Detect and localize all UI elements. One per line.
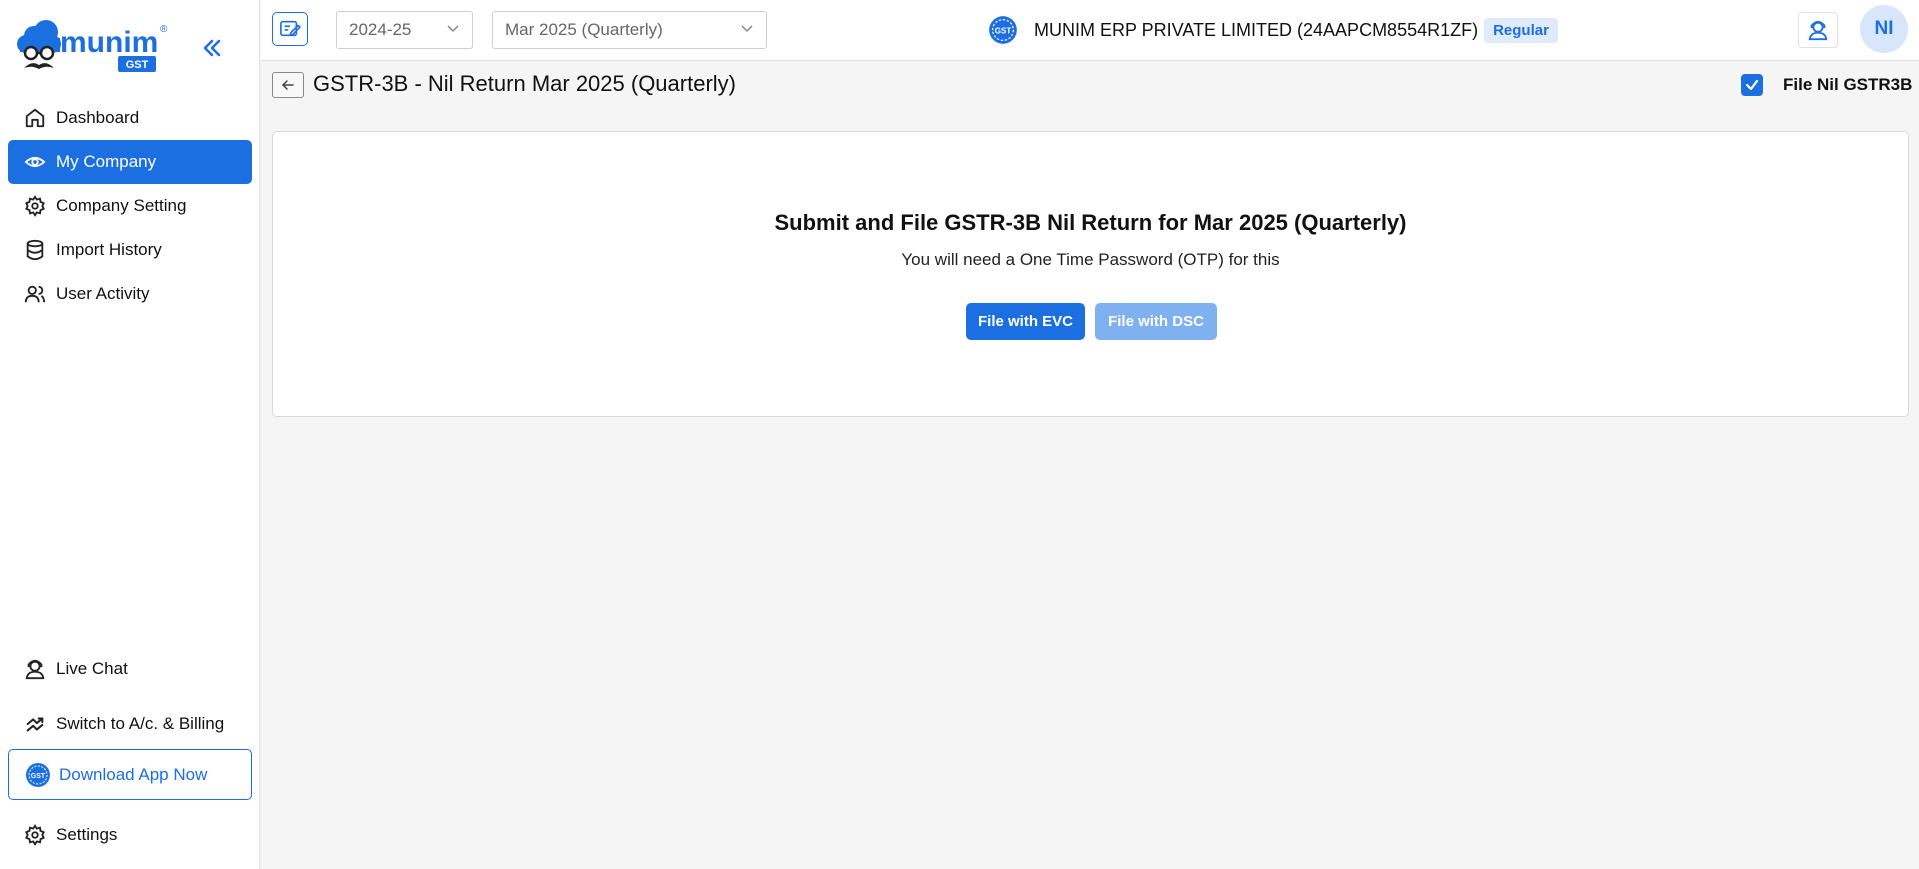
svg-text:GST: GST — [31, 773, 46, 780]
file-with-evc-button[interactable]: File with EVC — [966, 303, 1085, 340]
sidebar-item-label: Company Setting — [56, 196, 187, 215]
eye-icon — [24, 151, 46, 173]
topbar: 2024-25 Mar 2025 (Quarterly) GST MUNIM E… — [261, 0, 1919, 61]
logo-text: munim — [60, 26, 158, 59]
chevron-down-icon — [740, 20, 754, 40]
sidebar-item-label: My Company — [56, 152, 157, 171]
period-select[interactable]: Mar 2025 (Quarterly) — [492, 11, 767, 49]
sidebar-item-label: Dashboard — [56, 108, 140, 127]
sidebar-nav: Dashboard My Company Company Setting Imp… — [8, 96, 252, 316]
sidebar-item-dashboard[interactable]: Dashboard — [8, 96, 252, 140]
page-title: GSTR-3B - Nil Return Mar 2025 (Quarterly… — [313, 71, 736, 96]
file-nil-label[interactable]: File Nil GSTR3B — [1783, 75, 1912, 95]
download-app-label: Download App Now — [59, 764, 208, 784]
svg-text:GST: GST — [126, 59, 149, 71]
home-icon — [24, 107, 46, 129]
collapse-sidebar-icon[interactable] — [200, 36, 224, 60]
sidebar-bottom-nav: Live Chat — [8, 647, 252, 691]
sidebar-item-settings[interactable]: Settings — [8, 813, 252, 857]
period-value: Mar 2025 (Quarterly) — [505, 20, 663, 39]
switch-billing-label: Switch to A/c. & Billing — [56, 714, 225, 733]
live-chat-label: Live Chat — [56, 659, 128, 678]
support-agent-icon — [24, 658, 46, 680]
gst-badge-icon: GST — [988, 15, 1018, 45]
back-button[interactable] — [272, 72, 304, 98]
filing-card: Submit and File GSTR-3B Nil Return for M… — [272, 131, 1909, 417]
gear-icon — [24, 195, 46, 217]
sidebar-settings-section: Settings — [8, 813, 252, 857]
sidebar-item-import-history[interactable]: Import History — [8, 228, 252, 272]
sidebar-item-my-company[interactable]: My Company — [8, 140, 252, 184]
sidebar-item-user-activity[interactable]: User Activity — [8, 272, 252, 316]
munim-logo[interactable]: munim ® GST — [12, 18, 172, 76]
svg-text:GST: GST — [995, 26, 1012, 35]
gst-badge-icon: GST — [25, 762, 51, 788]
financial-year-select[interactable]: 2024-25 — [336, 11, 473, 49]
return-filing-icon[interactable] — [272, 12, 308, 46]
sidebar: munim ® GST Dashboard My Company Company… — [0, 0, 260, 869]
svg-text:®: ® — [160, 24, 168, 35]
support-agent-button[interactable] — [1798, 12, 1838, 48]
filing-card-title: Submit and File GSTR-3B Nil Return for M… — [774, 210, 1407, 235]
filing-card-subtitle: You will need a One Time Password (OTP) … — [901, 250, 1280, 269]
sidebar-item-live-chat[interactable]: Live Chat — [8, 647, 252, 691]
switch-arrows-icon — [24, 713, 46, 735]
company-type-badge: Regular — [1484, 17, 1558, 43]
sidebar-item-label: User Activity — [56, 284, 150, 303]
chevron-down-icon — [446, 20, 460, 40]
sidebar-switch-section: Switch to A/c. & Billing — [8, 702, 252, 746]
settings-label: Settings — [56, 825, 118, 844]
gear-icon — [24, 824, 46, 846]
company-name: MUNIM ERP PRIVATE LIMITED (24AAPCM8554R1… — [1034, 19, 1479, 40]
users-icon — [24, 283, 46, 305]
file-with-dsc-button[interactable]: File with DSC — [1095, 303, 1217, 340]
download-app-button[interactable]: GST Download App Now — [8, 749, 252, 800]
database-icon — [24, 239, 46, 261]
sidebar-item-switch-billing[interactable]: Switch to A/c. & Billing — [8, 702, 252, 746]
sidebar-item-label: Import History — [56, 240, 162, 259]
financial-year-value: 2024-25 — [349, 20, 412, 39]
company-info: GST MUNIM ERP PRIVATE LIMITED (24AAPCM85… — [988, 14, 1558, 46]
sidebar-item-company-setting[interactable]: Company Setting — [8, 184, 252, 228]
file-nil-checkbox[interactable] — [1741, 74, 1763, 96]
avatar[interactable]: NI — [1860, 5, 1908, 53]
